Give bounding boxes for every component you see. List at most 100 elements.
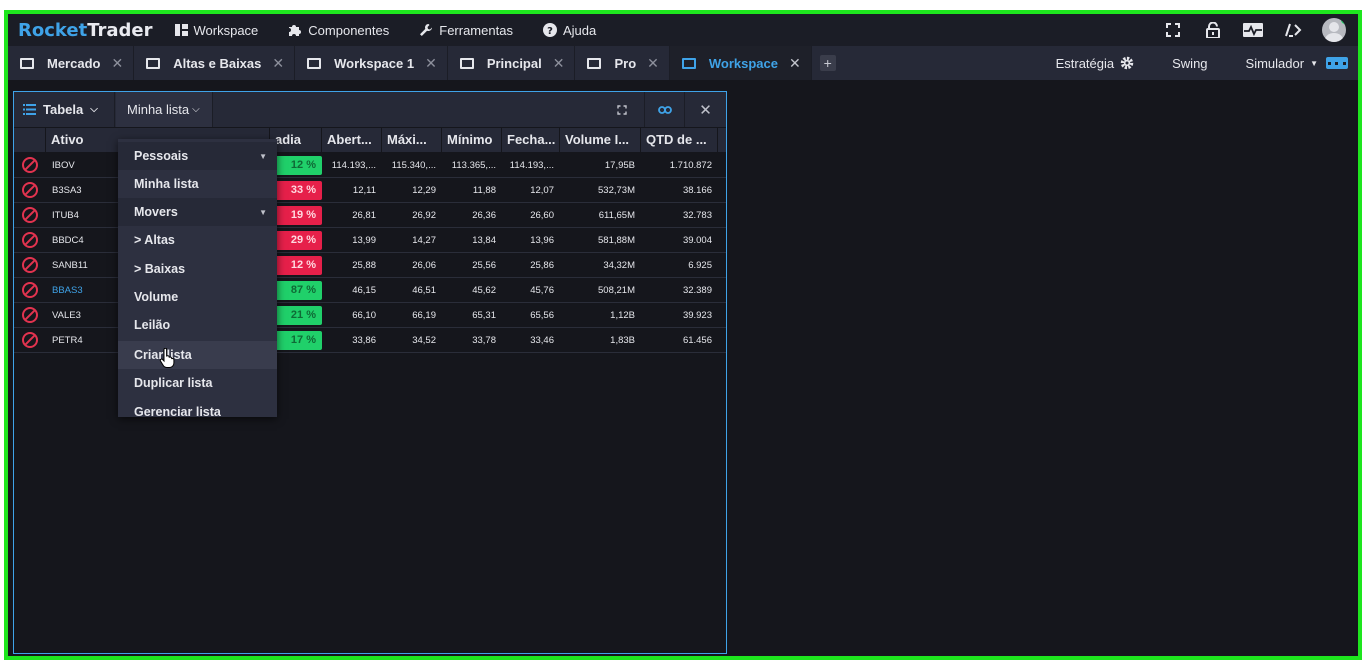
variacao-badge: 17 %: [270, 330, 322, 350]
tab-mercado[interactable]: Mercado ✕: [8, 46, 135, 80]
maxima-cell: 46,51: [412, 284, 436, 296]
app-logo: RocketTrader: [18, 19, 153, 41]
svg-text:?: ?: [547, 26, 553, 37]
minimo-cell: 45,62: [472, 284, 496, 296]
menu-item-label: Movers: [134, 205, 178, 219]
tab-principal[interactable]: Principal ✕: [448, 46, 576, 80]
minimo-cell: 65,31: [472, 309, 496, 321]
column-abertura[interactable]: Abert...: [322, 128, 382, 152]
view-type-label: Tabela: [43, 102, 84, 117]
column-maxima[interactable]: Máxi...: [382, 128, 442, 152]
link-icon[interactable]: [644, 92, 684, 127]
widget-header: Tabela ⌵ Minha lista ⌵ ✕: [14, 92, 726, 127]
swing-button[interactable]: Swing: [1172, 56, 1207, 71]
column-qtd[interactable]: QTD de ...: [641, 128, 718, 152]
column-variacao[interactable]: adia: [270, 128, 322, 152]
status-cell: [14, 307, 46, 323]
column-fechamento[interactable]: Fecha...: [502, 128, 560, 152]
close-tab-icon[interactable]: ✕: [272, 55, 284, 72]
gamepad-icon: [1326, 57, 1348, 69]
menu-item-altas[interactable]: > Altas: [118, 226, 277, 254]
tab-altas-e-baixas[interactable]: Altas e Baixas ✕: [134, 46, 296, 80]
variacao-cell: 87 %: [270, 280, 322, 300]
menu-item-label: Pessoais: [134, 149, 189, 163]
fechamento-cell: 114.193,...: [509, 159, 554, 171]
variacao-badge: 21 %: [270, 305, 322, 325]
fullscreen-icon[interactable]: [1162, 19, 1184, 41]
menu-item-minha-lista[interactable]: Minha lista: [118, 170, 277, 198]
swing-label: Swing: [1172, 55, 1208, 71]
activity-monitor-icon[interactable]: [1242, 19, 1264, 41]
fechamento-cell: 12,07: [530, 184, 554, 196]
column-status: [14, 128, 46, 152]
lock-icon[interactable]: [1202, 19, 1224, 41]
tab-pro[interactable]: Pro ✕: [575, 46, 670, 80]
close-icon[interactable]: ✕: [684, 92, 726, 127]
tab-workspace-1[interactable]: Workspace 1 ✕: [295, 46, 448, 80]
estrategia-button[interactable]: Estratégia: [1056, 56, 1135, 71]
volume-cell: 17,95B: [604, 159, 635, 171]
blocked-icon: [22, 282, 38, 298]
view-type-dropdown[interactable]: Tabela ⌵: [14, 92, 115, 127]
abertura-cell: 33,86: [352, 334, 376, 346]
watchlist-label: Minha lista: [127, 102, 190, 117]
maxima-cell: 14,27: [412, 234, 436, 246]
app-window: RocketTrader Workspace Componentes Ferra…: [4, 10, 1362, 660]
tab-label: Pro: [614, 55, 637, 71]
menu-item-label: > Altas: [134, 233, 175, 247]
simulador-dropdown[interactable]: Simulador ▼: [1246, 56, 1348, 71]
variacao-badge: 12 %: [270, 155, 322, 175]
close-tab-icon[interactable]: ✕: [647, 55, 659, 72]
list-icon: [23, 104, 36, 115]
user-avatar[interactable]: [1322, 18, 1346, 42]
maxima-cell: 115.340,...: [391, 159, 436, 171]
qtd-cell: 39.923: [682, 309, 712, 321]
blocked-icon: [22, 232, 38, 248]
minimo-cell: 26,36: [472, 209, 496, 221]
add-tab-button[interactable]: +: [819, 55, 836, 71]
abertura-cell: 12,11: [352, 184, 376, 196]
watchlist-dropdown[interactable]: Minha lista ⌵: [116, 92, 213, 127]
volume-cell: 1,12B: [610, 309, 635, 321]
menu-item-pessoais[interactable]: Pessoais ▼: [118, 142, 277, 170]
menu-workspace[interactable]: Workspace: [174, 23, 258, 38]
connection-icon[interactable]: [1282, 19, 1304, 41]
close-tab-icon[interactable]: ✕: [789, 55, 801, 72]
menu-componentes[interactable]: Componentes: [288, 23, 389, 38]
tab-label: Workspace: [708, 55, 779, 71]
volume-cell: 34,32M: [603, 259, 635, 271]
workspace-tab-bar: Mercado ✕ Altas e Baixas ✕ Workspace 1 ✕ Pr…: [8, 46, 1358, 80]
menu-componentes-label: Componentes: [308, 22, 390, 38]
close-tab-icon[interactable]: ✕: [111, 55, 123, 72]
expand-icon[interactable]: [602, 92, 642, 127]
monitor-icon: [459, 57, 474, 69]
minimo-cell: 33,78: [472, 334, 496, 346]
estrategia-label: Estratégia: [1055, 55, 1115, 71]
close-tab-icon[interactable]: ✕: [553, 55, 565, 72]
close-tab-icon[interactable]: ✕: [425, 55, 437, 72]
menu-item-gerenciar-lista[interactable]: Gerenciar lista: [118, 398, 277, 426]
blocked-icon: [22, 332, 38, 348]
hand-cursor-icon: [159, 348, 175, 368]
column-volume[interactable]: Volume I...: [560, 128, 641, 152]
tab-label: Workspace 1: [334, 55, 415, 71]
menu-ajuda[interactable]: ? Ajuda: [542, 23, 596, 38]
variacao-cell: 12 %: [270, 155, 322, 175]
menu-item-leil-o[interactable]: Leilão: [118, 311, 277, 339]
gear-icon: [1120, 56, 1134, 70]
tab-workspace[interactable]: Workspace ✕: [669, 46, 812, 80]
menu-item-baixas[interactable]: > Baixas: [118, 255, 277, 283]
variacao-badge: 29 %: [270, 230, 322, 250]
blocked-icon: [22, 157, 38, 173]
menu-ferramentas-label: Ferramentas: [439, 22, 513, 38]
watchlist-menu: Pessoais ▼ Minha lista Movers ▼ > Altas > Baix…: [118, 139, 277, 419]
monitor-icon: [307, 57, 322, 69]
menu-item-duplicar-lista[interactable]: Duplicar lista: [118, 369, 277, 397]
menu-ferramentas[interactable]: Ferramentas: [419, 23, 513, 38]
menu-item-movers[interactable]: Movers ▼: [118, 198, 277, 226]
column-minimo[interactable]: Mínimo: [442, 128, 502, 152]
menu-item-volume[interactable]: Volume: [118, 283, 277, 311]
blocked-icon: [22, 257, 38, 273]
menu-item-criar-lista[interactable]: Criar lista: [118, 341, 277, 369]
tab-label: Altas e Baixas: [173, 55, 262, 71]
